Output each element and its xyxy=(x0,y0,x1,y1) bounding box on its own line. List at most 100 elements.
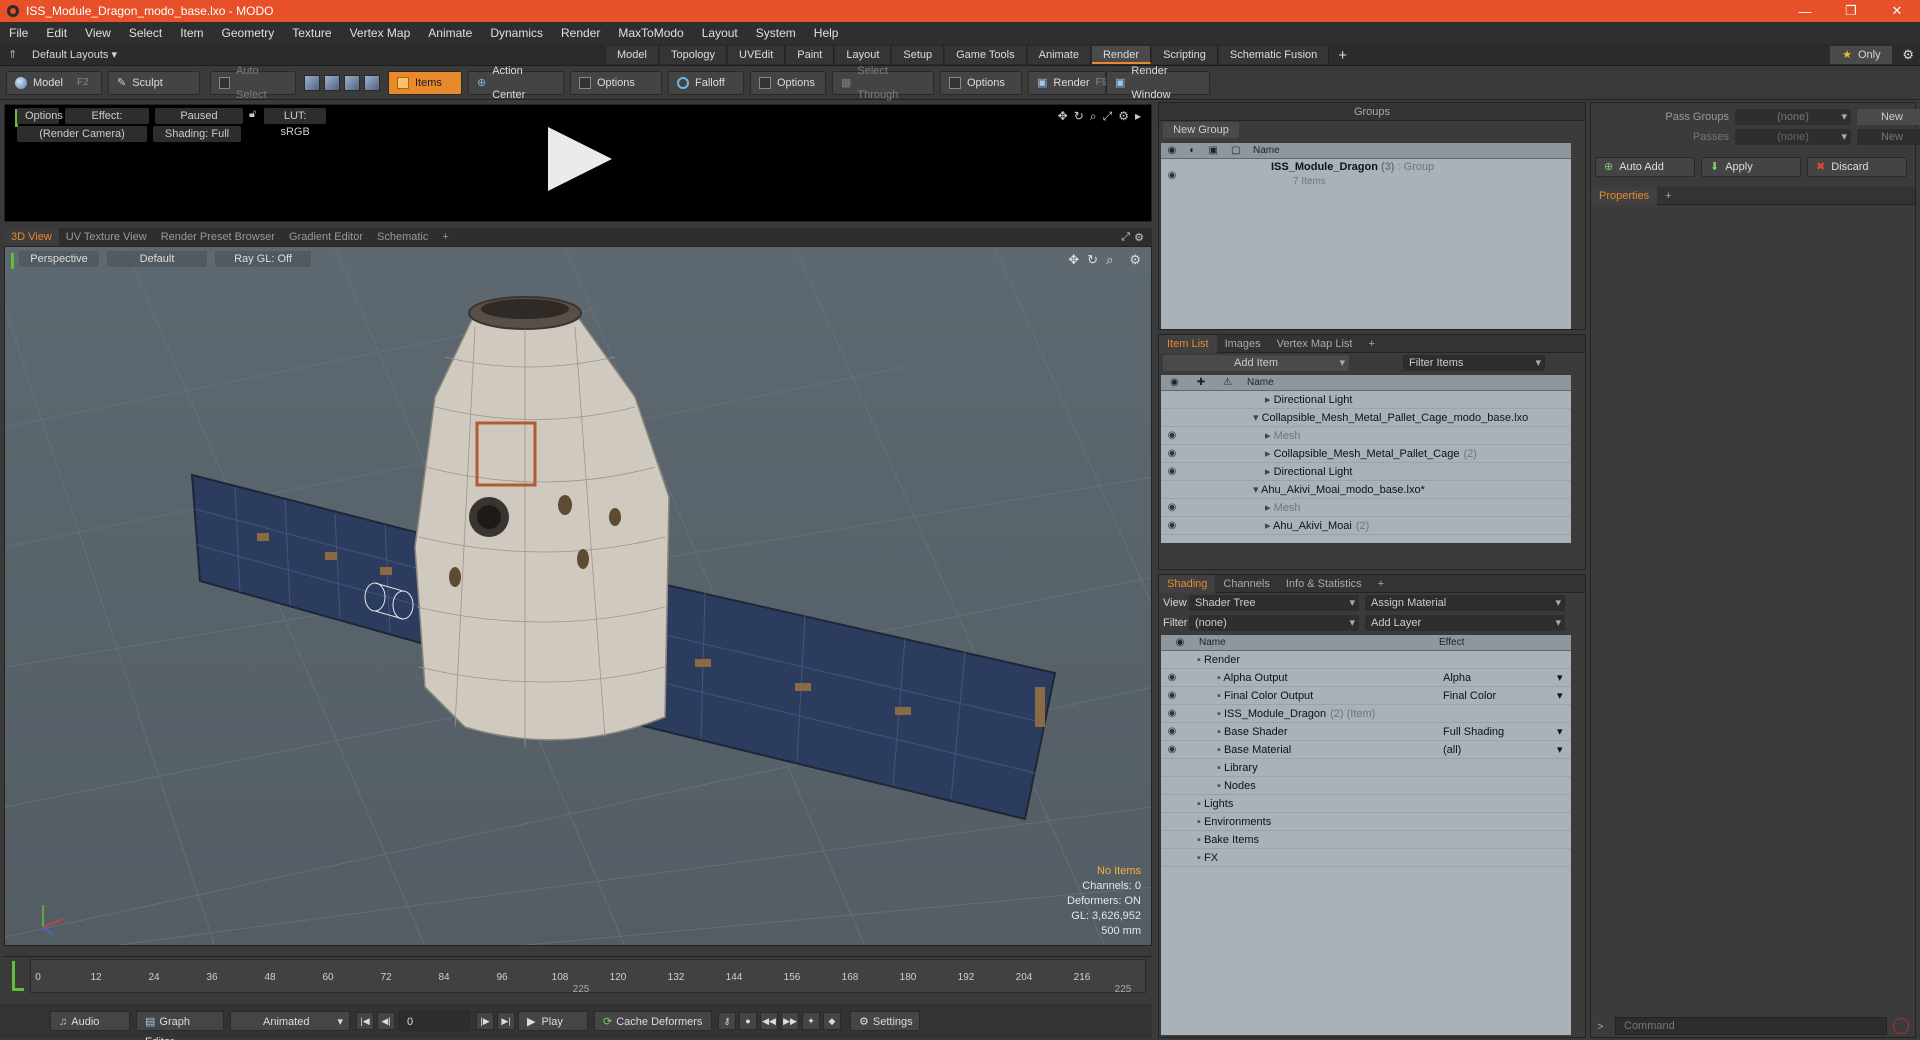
add-tab-icon[interactable]: + xyxy=(1657,190,1679,202)
3d-viewport[interactable]: Perspective Default Ray GL: Off ✥ ↻ ⌕ ⚙ … xyxy=(4,246,1152,946)
play-button[interactable]: ▶ Play xyxy=(518,1011,588,1031)
play-icon[interactable] xyxy=(548,127,612,191)
tab-vertex-map-list[interactable]: Vertex Map List xyxy=(1269,338,1361,350)
visibility-eye-icon[interactable]: ◉ xyxy=(1165,520,1179,531)
filter-items-input[interactable]: Filter Items xyxy=(1403,355,1545,371)
falloff-options-button[interactable]: Options xyxy=(750,70,826,95)
new-group-button[interactable]: New Group xyxy=(1163,122,1239,138)
audio-button[interactable]: ♫ Audio xyxy=(50,1011,130,1031)
visibility-eye-icon[interactable]: ◉ xyxy=(1165,744,1179,755)
timeline-start-marker[interactable] xyxy=(12,961,24,991)
effect-dropdown[interactable]: Full Shading xyxy=(1443,726,1504,738)
menu-maxtomodo[interactable]: MaxToModo xyxy=(609,26,692,40)
add-viewport-tab-icon[interactable]: + xyxy=(435,228,455,246)
menu-system[interactable]: System xyxy=(747,26,805,40)
perspective-dropdown[interactable]: Perspective xyxy=(19,251,99,267)
menu-layout[interactable]: Layout xyxy=(693,26,747,40)
default-layouts-dropdown[interactable]: Default Layouts ▾ xyxy=(32,48,117,61)
step-forward-icon[interactable]: |▶ xyxy=(476,1012,494,1030)
menu-animate[interactable]: Animate xyxy=(419,26,481,40)
render-button[interactable]: ▣ Render F9 xyxy=(1028,70,1107,95)
minimize-button[interactable]: — xyxy=(1782,0,1828,22)
animated-dropdown[interactable]: Animated ▾ xyxy=(230,1011,350,1031)
preview-options-button[interactable]: Options xyxy=(17,108,63,124)
add-tab-icon[interactable]: + xyxy=(1330,47,1355,64)
tab-render-preset-browser[interactable]: Render Preset Browser xyxy=(154,228,282,246)
tab-model[interactable]: Model xyxy=(606,46,659,64)
action-center-options-button[interactable]: Options xyxy=(570,70,662,95)
menu-geometry[interactable]: Geometry xyxy=(213,26,284,40)
tab-3d-view[interactable]: 3D View xyxy=(4,228,59,246)
pass-groups-dropdown[interactable]: (none) xyxy=(1735,109,1851,125)
shader-tree-row[interactable]: ◉ ▪ Base Material (all) ▾ xyxy=(1161,741,1571,759)
raygl-toggle[interactable]: Ray GL: Off xyxy=(215,251,311,267)
tab-gradient-editor[interactable]: Gradient Editor xyxy=(282,228,370,246)
visibility-eye-icon[interactable]: ◉ xyxy=(1165,672,1179,683)
shader-tree-row[interactable]: ▪ Nodes xyxy=(1161,777,1571,795)
menu-help[interactable]: Help xyxy=(805,26,848,40)
menu-item[interactable]: Item xyxy=(171,26,212,40)
zoom-icon[interactable]: ⌕ xyxy=(1106,252,1113,268)
zoom-icon[interactable]: ⌕ xyxy=(1090,109,1097,124)
visibility-eye-icon[interactable]: ◉ xyxy=(1165,430,1179,441)
model-mode-button[interactable]: Model F2 xyxy=(6,70,102,95)
maximize-icon[interactable]: ⤢ xyxy=(1103,109,1113,124)
add-tab-icon[interactable]: + xyxy=(1370,578,1392,590)
timeline-ruler[interactable]: 0 12 24 36 48 60 72 84 96 108 120 132 14… xyxy=(30,959,1146,995)
menu-render[interactable]: Render xyxy=(552,26,609,40)
record-icon[interactable]: ● xyxy=(739,1012,757,1030)
filter-dropdown[interactable]: (none) xyxy=(1189,615,1359,631)
render-camera-dropdown[interactable]: (Render Camera) xyxy=(17,126,147,142)
visibility-eye-icon[interactable]: ◉ xyxy=(1165,726,1179,737)
pan-icon[interactable]: ✥ xyxy=(1058,109,1068,124)
groups-list[interactable]: ◉ ◐ ▣ ▢ Name ◉ ISS_Module_Dragon (3) : Grou… xyxy=(1161,143,1571,329)
new-pass-group-button[interactable]: New xyxy=(1857,109,1920,125)
action-center-button[interactable]: ⊕ Action Center xyxy=(468,65,564,101)
settings-button[interactable]: ⚙ Settings xyxy=(850,1011,920,1031)
paused-button[interactable]: Paused xyxy=(155,108,243,124)
marker-icon[interactable]: ◆ xyxy=(823,1012,841,1030)
tab-images[interactable]: Images xyxy=(1217,338,1269,350)
tab-topology[interactable]: Topology xyxy=(659,46,728,64)
auto-add-button[interactable]: ⊕ Auto Add xyxy=(1595,157,1695,177)
item-list-row[interactable]: ◉ ▸ Directional Light xyxy=(1161,463,1571,481)
select-through-button[interactable]: ▦ Select Through xyxy=(832,65,934,101)
rotate-icon[interactable]: ↻ xyxy=(1087,252,1098,268)
add-tab-icon[interactable]: + xyxy=(1360,338,1382,350)
command-input[interactable]: Command xyxy=(1615,1017,1887,1035)
collapse-arrow-icon[interactable]: ⇑ xyxy=(8,48,22,61)
shader-tree-row[interactable]: ▪ Environments xyxy=(1161,813,1571,831)
tab-shading[interactable]: Shading xyxy=(1159,574,1216,593)
materials-mode-icon[interactable] xyxy=(364,74,380,91)
record-macro-icon[interactable] xyxy=(1893,1018,1909,1034)
tab-schematic[interactable]: Schematic xyxy=(370,228,435,246)
item-list-row[interactable]: ◉ ▸ Mesh xyxy=(1161,499,1571,517)
go-to-end-icon[interactable]: ▶| xyxy=(497,1012,515,1030)
falloff-button[interactable]: Falloff xyxy=(668,70,744,95)
visibility-eye-icon[interactable]: ◉ xyxy=(1165,502,1179,513)
menu-view[interactable]: View xyxy=(76,26,120,40)
render-window-button[interactable]: ▣ Render Window xyxy=(1106,65,1210,101)
next-key-icon[interactable]: ▶▶ xyxy=(781,1012,799,1030)
default-shading-dropdown[interactable]: Default xyxy=(107,251,207,267)
tab-item-list[interactable]: Item List xyxy=(1159,334,1217,353)
arrow-right-icon[interactable]: ▸ xyxy=(1135,109,1141,124)
tab-schematic-fusion[interactable]: Schematic Fusion xyxy=(1218,46,1330,64)
restore-button[interactable]: ❐ xyxy=(1828,0,1874,22)
prev-key-icon[interactable]: ◀◀ xyxy=(760,1012,778,1030)
shader-tree-row[interactable]: ▪ Render xyxy=(1161,651,1571,669)
maximize-icon[interactable]: ⤢ xyxy=(1121,231,1130,244)
menu-select[interactable]: Select xyxy=(120,26,171,40)
add-layer-dropdown[interactable]: Add Layer xyxy=(1365,615,1565,631)
shader-tree-row[interactable]: ▪ Lights xyxy=(1161,795,1571,813)
item-list-row[interactable]: ▾ Collapsible_Mesh_Metal_Pallet_Cage_mod… xyxy=(1161,409,1571,427)
gear-icon[interactable]: ⚙ xyxy=(1129,252,1141,268)
item-list-row[interactable]: ▾ Ahu_Akivi_Moai_modo_base.lxo* xyxy=(1161,481,1571,499)
chevron-down-icon[interactable]: ▾ xyxy=(1557,743,1563,756)
chevron-down-icon[interactable]: ▾ xyxy=(1557,725,1563,738)
auto-key-icon[interactable]: ✦ xyxy=(802,1012,820,1030)
menu-edit[interactable]: Edit xyxy=(37,26,76,40)
effect-dropdown[interactable]: Alpha xyxy=(1443,672,1471,684)
shader-tree-row[interactable]: ◉ ▪ Base Shader Full Shading ▾ xyxy=(1161,723,1571,741)
shading-dropdown[interactable]: Shading: Full xyxy=(153,126,241,142)
